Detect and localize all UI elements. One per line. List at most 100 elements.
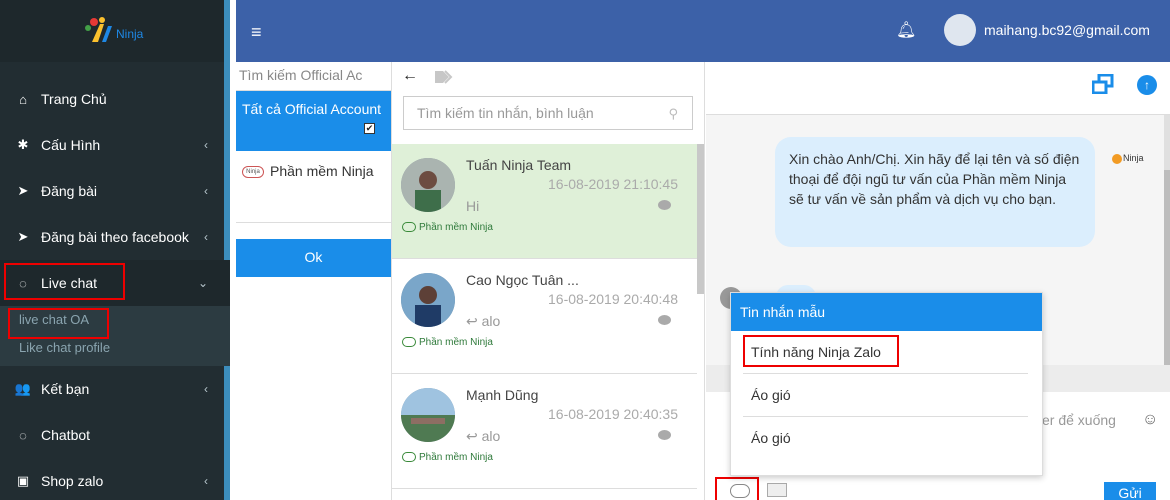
chat-scrollbar[interactable] bbox=[1164, 115, 1170, 415]
comment-icon bbox=[658, 200, 671, 210]
home-icon: ⌂ bbox=[19, 91, 27, 107]
all-accounts-label: Tất cả Official Account bbox=[242, 101, 382, 117]
sidebar-item-label: Shop zalo bbox=[41, 473, 104, 489]
logo[interactable]: Ninja bbox=[0, 0, 224, 62]
source-label: Phần mềm Ninja bbox=[402, 337, 493, 348]
users-icon: 👥 bbox=[14, 381, 32, 396]
ninja-logo-icon bbox=[1112, 153, 1122, 164]
gear-icon: ✱ bbox=[17, 137, 29, 152]
conversation-item[interactable]: Mạnh Dũng 16-08-2019 20:40:35 ↩ alo Phần… bbox=[392, 374, 697, 489]
template-message-icon[interactable] bbox=[730, 484, 750, 498]
chevron-left-icon: ‹ bbox=[204, 184, 208, 198]
tag-icon[interactable] bbox=[434, 70, 454, 84]
account-item[interactable]: Ninja Phần mềm Ninja bbox=[236, 151, 391, 223]
highlight-box bbox=[8, 308, 109, 339]
template-item[interactable]: Áo gió bbox=[743, 417, 1028, 460]
contact-avatar bbox=[401, 158, 455, 212]
back-arrow-icon[interactable]: ← bbox=[402, 67, 418, 85]
chat-bubble-icon: ◌ bbox=[19, 427, 27, 443]
search-icon[interactable]: ⚲ bbox=[668, 106, 678, 122]
sidebar-item-trang-chu[interactable]: ⌂ Trang Chủ bbox=[0, 76, 230, 122]
sidebar-item-ket-ban[interactable]: 👥 Kết bạn ‹ bbox=[0, 366, 230, 412]
account-item-label: Phần mềm Ninja bbox=[270, 163, 374, 179]
ninja-logo-icon: Ninja bbox=[242, 166, 264, 179]
message-time: 16-08-2019 20:40:35 bbox=[548, 406, 678, 422]
comment-icon bbox=[658, 430, 671, 440]
sidebar-item-cau-hinh[interactable]: ✱ Cấu Hình ‹ bbox=[0, 122, 230, 168]
sidebar-item-shop-zalo[interactable]: ▣ Shop zalo ‹ bbox=[0, 458, 230, 500]
message-preview: Hi bbox=[466, 198, 480, 214]
contact-avatar bbox=[401, 388, 455, 442]
bell-icon[interactable]: 🔔︎ bbox=[896, 20, 916, 40]
ok-button[interactable]: Ok bbox=[236, 239, 391, 277]
user-avatar[interactable] bbox=[944, 14, 976, 46]
arrow-up-icon[interactable]: ↑ bbox=[1137, 75, 1157, 95]
chevron-left-icon: ‹ bbox=[204, 382, 208, 396]
composer-hint: er để xuống bbox=[1042, 412, 1116, 428]
reply-icon: ↩ bbox=[466, 428, 482, 444]
send-icon: ➤ bbox=[17, 183, 29, 198]
template-message-popup: Tin nhắn mẫu Tính năng Ninja Zalo Áo gió… bbox=[730, 292, 1043, 476]
chevron-left-icon: ‹ bbox=[204, 138, 208, 152]
comment-icon bbox=[658, 315, 671, 325]
source-label: Phần mềm Ninja bbox=[402, 452, 493, 463]
ninja-logo-icon bbox=[402, 452, 416, 463]
bot-message-bubble: Xin chào Anh/Chị. Xin hãy để lại tên và … bbox=[775, 137, 1095, 247]
send-button[interactable]: Gửi bbox=[1104, 482, 1156, 500]
message-preview: ↩ alo bbox=[466, 313, 501, 329]
emoji-icon[interactable]: ☺ bbox=[1142, 411, 1158, 429]
chevron-left-icon: ‹ bbox=[204, 474, 208, 488]
all-accounts-checkbox[interactable]: ✔ bbox=[364, 123, 375, 134]
conversation-scrollbar[interactable] bbox=[697, 144, 704, 294]
reply-icon: ↩ bbox=[466, 313, 482, 329]
template-item[interactable]: Áo gió bbox=[743, 374, 1028, 417]
message-time: 16-08-2019 21:10:45 bbox=[548, 176, 678, 192]
sidebar-item-dang-bai-facebook[interactable]: ➤ Đăng bài theo facebook ‹ bbox=[0, 214, 230, 260]
sidebar-menu: ⌂ Trang Chủ ✱ Cấu Hình ‹ ➤ Đăng bài ‹ ➤ … bbox=[0, 76, 230, 500]
contact-name: Tuấn Ninja Team bbox=[466, 157, 572, 173]
contact-name: Mạnh Dũng bbox=[466, 387, 539, 403]
all-accounts-option[interactable]: Tất cả Official Account ✔ bbox=[236, 91, 391, 151]
user-email[interactable]: maihang.bc92@gmail.com bbox=[984, 22, 1150, 38]
contact-avatar bbox=[401, 273, 455, 327]
highlight-box bbox=[743, 335, 899, 367]
image-icon[interactable] bbox=[767, 483, 787, 497]
sidebar-item-dang-bai[interactable]: ➤ Đăng bài ‹ bbox=[0, 168, 230, 214]
official-accounts-panel: Tìm kiếm Official Ac Tất cả Official Acc… bbox=[236, 62, 392, 500]
account-search-input[interactable]: Tìm kiếm Official Ac bbox=[236, 62, 391, 91]
message-search-input[interactable]: Tìm kiếm tin nhắn, bình luận ⚲ bbox=[403, 96, 693, 130]
send-icon: ➤ bbox=[17, 229, 29, 244]
message-preview: ↩ alo bbox=[466, 428, 501, 444]
highlight-box bbox=[4, 263, 125, 300]
chevron-left-icon: ‹ bbox=[204, 230, 208, 244]
top-bar: ≡ 🔔︎ maihang.bc92@gmail.com bbox=[236, 0, 1170, 62]
hamburger-icon[interactable]: ≡ bbox=[251, 22, 262, 43]
template-item[interactable]: Tính năng Ninja Zalo bbox=[743, 331, 1028, 374]
ninja-logo-icon: Ninja bbox=[85, 17, 144, 42]
bot-logo: Ninja bbox=[1112, 153, 1144, 164]
live-chat-submenu: live chat OA Like chat profile bbox=[0, 306, 230, 366]
conversation-panel: ← Tìm kiếm tin nhắn, bình luận ⚲ Tuấn Ni… bbox=[392, 62, 705, 500]
sidebar-item-label: Đăng bài theo facebook bbox=[41, 229, 189, 245]
window-restore-icon[interactable] bbox=[1092, 74, 1114, 94]
sidebar-item-live-chat[interactable]: ◌ Live chat ⌄ bbox=[0, 260, 230, 306]
template-item-label: Áo gió bbox=[751, 430, 791, 446]
conversation-item[interactable]: Cao Ngọc Tuân ... 16-08-2019 20:40:48 ↩ … bbox=[392, 259, 697, 374]
logo-text: Ninja bbox=[116, 27, 144, 41]
template-item-label: Áo gió bbox=[751, 387, 791, 403]
conversation-item[interactable]: Tuấn Ninja Team 16-08-2019 21:10:45 Hi P… bbox=[392, 144, 697, 259]
chevron-down-icon: ⌄ bbox=[197, 276, 208, 290]
contact-name: Cao Ngọc Tuân ... bbox=[466, 272, 579, 288]
sidebar-item-label: Chatbot bbox=[41, 427, 91, 443]
ninja-logo-icon bbox=[402, 337, 416, 348]
sidebar-item-label: Cấu Hình bbox=[41, 137, 101, 153]
ninja-logo-icon bbox=[402, 222, 416, 233]
message-time: 16-08-2019 20:40:48 bbox=[548, 291, 678, 307]
popup-title: Tin nhắn mẫu bbox=[731, 293, 1042, 331]
shopping-bag-icon: ▣ bbox=[16, 473, 30, 488]
message-search-placeholder: Tìm kiếm tin nhắn, bình luận bbox=[417, 105, 594, 121]
conversation-list: Tuấn Ninja Team 16-08-2019 21:10:45 Hi P… bbox=[392, 144, 697, 489]
sidebar: Ninja ⌂ Trang Chủ ✱ Cấu Hình ‹ ➤ Đăng bà… bbox=[0, 0, 230, 500]
sidebar-item-chatbot[interactable]: ◌ Chatbot bbox=[0, 412, 230, 458]
conversation-toolbar: ← bbox=[392, 62, 704, 96]
